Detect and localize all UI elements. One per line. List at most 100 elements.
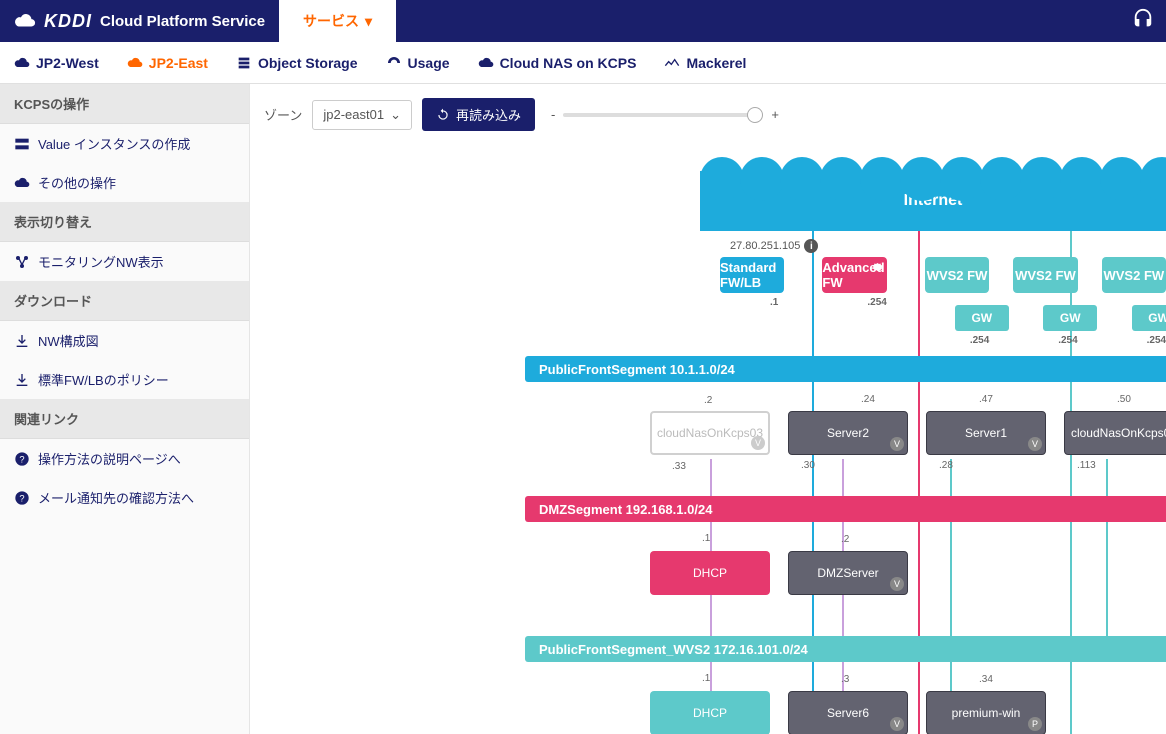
nav-cloud-nas[interactable]: Cloud NAS on KCPS	[478, 55, 637, 71]
download-icon	[14, 372, 30, 388]
zoom-track[interactable]	[563, 113, 763, 117]
node-row-2: DHCP .1 DMZServerV .2	[650, 551, 908, 595]
sidebar-section: 関連リンク	[0, 399, 249, 439]
node-label: DMZServer	[817, 566, 878, 580]
node-premium-win[interactable]: premium-winP .34 .30	[926, 691, 1046, 734]
external-ip-label: 27.80.251.105 i	[730, 239, 818, 253]
gw-label: GW	[971, 311, 992, 325]
node-server2[interactable]: Server2V .24 .30	[788, 411, 908, 455]
service-tab-label: サービス	[303, 11, 359, 31]
firewall-row: Standard FW/LB .1 Advanced FW .254 WVS2 …	[720, 257, 1166, 293]
gear-icon[interactable]	[871, 261, 883, 273]
fw-wvs2-3[interactable]: WVS2 FW GW .254	[1102, 257, 1166, 293]
top-header: KDDI Cloud Platform Service サービス ▾	[0, 0, 1166, 42]
reload-button[interactable]: 再読み込み	[422, 98, 535, 131]
nav-usage[interactable]: Usage	[386, 55, 450, 71]
cloud-bumps	[700, 157, 1166, 187]
ip-tag: .3	[841, 674, 849, 686]
gw-box[interactable]: GW	[955, 305, 1009, 331]
ip-tag: .28	[939, 460, 953, 472]
svg-text:?: ?	[19, 454, 24, 464]
fw-label: Standard FW/LB	[720, 260, 784, 290]
reload-label: 再読み込み	[456, 105, 521, 124]
badge-icon: V	[751, 436, 765, 450]
download-icon	[14, 333, 30, 349]
node-dhcp-wvs2[interactable]: DHCP .1	[650, 691, 770, 734]
sidebar: KCPSの操作 Value インスタンスの作成 その他の操作 表示切り替え モニ…	[0, 84, 250, 734]
node-label: Server2	[827, 426, 869, 440]
ip-tag: .254	[1058, 335, 1077, 346]
node-cloudnas01[interactable]: cloudNasOnKcps01V .50 .113	[1064, 411, 1166, 455]
nav-object-storage[interactable]: Object Storage	[236, 55, 358, 71]
ip-tag: .50	[1117, 394, 1131, 406]
zoom-thumb[interactable]	[747, 107, 763, 123]
ip-tag: .24	[861, 394, 875, 406]
zone-label: ゾーン	[264, 105, 302, 124]
logo-area: KDDI Cloud Platform Service	[0, 11, 279, 32]
link-label: モニタリングNW表示	[38, 252, 164, 271]
zone-select[interactable]: jp2-east01 ⌄	[312, 100, 412, 130]
segment-bar-1[interactable]: PublicFrontSegment 10.1.1.0/24	[525, 356, 1166, 382]
chart-icon	[664, 55, 680, 71]
nav-jp2-west[interactable]: JP2-West	[14, 55, 99, 71]
ip-text: 27.80.251.105	[730, 240, 800, 252]
question-icon: ?	[14, 451, 30, 467]
sidebar-link-create-instance[interactable]: Value インスタンスの作成	[0, 124, 249, 163]
node-label: cloudNasOnKcps01	[1071, 426, 1166, 440]
nav-mackerel[interactable]: Mackerel	[664, 55, 746, 71]
node-server1[interactable]: Server1V .47 .28	[926, 411, 1046, 455]
nav-jp2-east[interactable]: JP2-East	[127, 55, 208, 71]
node-label: Server6	[827, 706, 869, 720]
zoom-minus[interactable]: -	[551, 107, 555, 122]
ip-tag: .2	[704, 395, 712, 407]
fw-wvs2-2[interactable]: WVS2 FW GW .254	[1013, 257, 1077, 293]
fw-label: WVS2 FW	[1103, 268, 1164, 283]
network-icon	[14, 254, 30, 270]
node-dmzserver[interactable]: DMZServerV .2	[788, 551, 908, 595]
node-server6[interactable]: Server6V .3	[788, 691, 908, 734]
segment-bar-3[interactable]: PublicFrontSegment_WVS2 172.16.101.0/24	[525, 636, 1166, 662]
sidebar-link-fwlb-policy[interactable]: 標準FW/LBのポリシー	[0, 360, 249, 399]
fw-wvs2-1[interactable]: WVS2 FW GW .254	[925, 257, 989, 293]
nav-label: Usage	[408, 55, 450, 71]
nas-icon	[478, 55, 494, 71]
cloud-icon	[14, 175, 30, 191]
zoom-plus[interactable]: +	[771, 107, 779, 122]
refresh-icon	[436, 108, 450, 122]
sidebar-link-nw-diagram[interactable]: NW構成図	[0, 321, 249, 360]
gw-label: GW	[1060, 311, 1081, 325]
link-label: メール通知先の確認方法へ	[38, 488, 194, 507]
node-dhcp-dmz[interactable]: DHCP .1	[650, 551, 770, 595]
sidebar-link-help[interactable]: ? 操作方法の説明ページへ	[0, 439, 249, 478]
segment-bar-2[interactable]: DMZSegment 192.168.1.0/24	[525, 496, 1166, 522]
nav-label: Object Storage	[258, 55, 358, 71]
badge-icon: V	[890, 577, 904, 591]
sidebar-link-mail[interactable]: ? メール通知先の確認方法へ	[0, 478, 249, 517]
ip-tag: .33	[672, 461, 686, 473]
sidebar-link-other-ops[interactable]: その他の操作	[0, 163, 249, 202]
sidebar-section: ダウンロード	[0, 281, 249, 321]
fw-advanced[interactable]: Advanced FW .254	[822, 257, 886, 293]
nav-label: JP2-West	[36, 55, 99, 71]
sidebar-section: KCPSの操作	[0, 84, 249, 124]
fw-label: WVS2 FW	[1015, 268, 1076, 283]
nav-label: JP2-East	[149, 55, 208, 71]
gw-box[interactable]: GW	[1132, 305, 1166, 331]
node-cloudnas03[interactable]: cloudNasOnKcps03V .2 .33	[650, 411, 770, 455]
service-tab[interactable]: サービス ▾	[279, 0, 396, 42]
info-icon[interactable]: i	[804, 239, 818, 253]
link-label: NW構成図	[38, 331, 99, 350]
chevron-down-icon: ▾	[365, 13, 372, 30]
node-label: Server1	[965, 426, 1007, 440]
seg-label: PublicFrontSegment 10.1.1.0/24	[539, 362, 735, 377]
sidebar-link-monitoring[interactable]: モニタリングNW表示	[0, 242, 249, 281]
gw-box[interactable]: GW	[1043, 305, 1097, 331]
sub-nav: JP2-West JP2-East Object Storage Usage C…	[0, 42, 1166, 84]
ip-tag: .1	[702, 533, 710, 545]
sidebar-section: 表示切り替え	[0, 202, 249, 242]
headset-icon[interactable]	[1132, 8, 1154, 30]
gw-label: GW	[1148, 311, 1166, 325]
fw-standard[interactable]: Standard FW/LB .1	[720, 257, 784, 293]
toolbar: ゾーン jp2-east01 ⌄ 再読み込み - +	[250, 84, 1166, 131]
badge-icon: V	[890, 717, 904, 731]
